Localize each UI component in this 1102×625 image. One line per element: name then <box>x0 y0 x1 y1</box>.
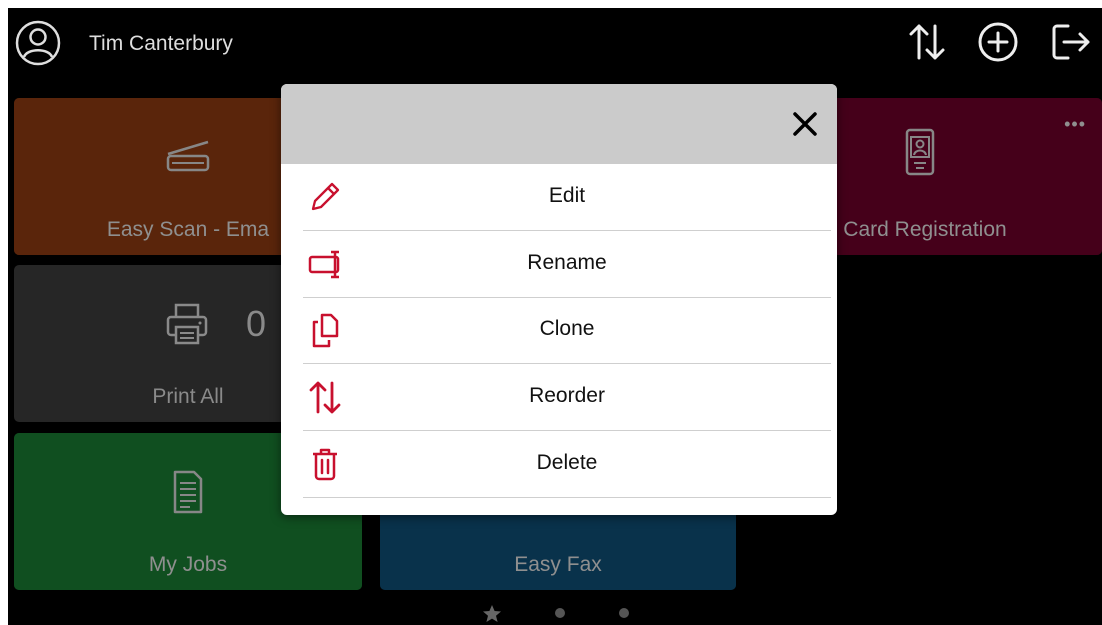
menu-label: Reorder <box>529 384 605 407</box>
menu-label: Rename <box>527 251 607 274</box>
menu-label: Clone <box>539 317 595 340</box>
logout-icon[interactable] <box>1048 20 1092 64</box>
tile-options-dialog: Edit Rename Clone Reorder Delete <box>281 84 837 515</box>
user-name: Tim Canterbury <box>89 32 233 55</box>
user-avatar-icon[interactable] <box>14 19 62 67</box>
menu-item-delete[interactable]: Delete <box>303 431 831 498</box>
printer-icon <box>166 303 208 345</box>
dialog-header <box>281 84 837 164</box>
menu-item-clone[interactable]: Clone <box>303 297 831 364</box>
close-icon[interactable] <box>787 106 823 142</box>
reorder-icon[interactable] <box>905 20 949 64</box>
menu-item-reorder[interactable]: Reorder <box>303 364 831 431</box>
print-count: 0 <box>246 303 267 344</box>
pager-dot[interactable] <box>555 608 565 618</box>
menu-item-rename[interactable]: Rename <box>303 231 831 298</box>
menu-item-edit[interactable]: Edit <box>303 164 831 231</box>
menu-label: Delete <box>536 451 598 474</box>
pager-dot[interactable] <box>619 608 629 618</box>
add-icon[interactable] <box>976 20 1020 64</box>
menu-label: Edit <box>548 184 586 207</box>
pager-star-icon[interactable] <box>482 604 502 624</box>
